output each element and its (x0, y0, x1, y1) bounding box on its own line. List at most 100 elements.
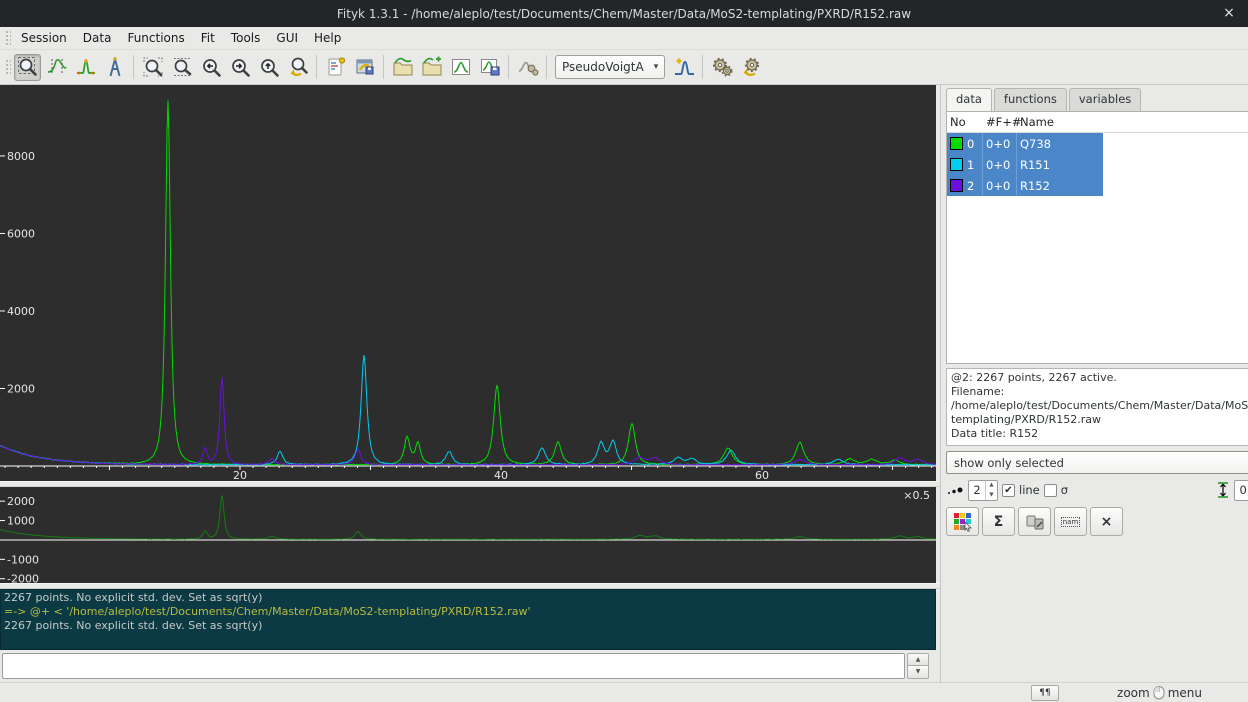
spin-down-icon[interactable]: ▼ (986, 490, 997, 500)
shift-icon (1216, 481, 1230, 499)
menu-fit[interactable]: Fit (193, 28, 223, 48)
add-function-icon (673, 56, 695, 78)
save-session-button[interactable] (351, 54, 378, 81)
function-gears-icon (517, 56, 539, 78)
mouse-hints-button[interactable]: ¶¶ (1031, 685, 1059, 701)
spin-up-icon[interactable]: ▲ (986, 481, 997, 491)
display-mode-value: show only selected (954, 456, 1064, 470)
dataset-table: No #F+# Name 0 0+0 Q738 1 0+0 R151 (946, 111, 1248, 364)
menubar-grip[interactable] (4, 29, 11, 47)
run-fit-button[interactable] (708, 54, 735, 81)
aux-plot-wrap: 20001000-1000-2000 ×0.5 (0, 487, 936, 583)
table-row[interactable]: 1 0+0 R151 (947, 154, 1248, 175)
display-mode-dropdown[interactable]: show only selected ▾ (946, 451, 1248, 474)
script-page-icon (325, 56, 347, 78)
history-down-icon[interactable]: ▼ (907, 665, 929, 679)
undo-fit-button[interactable] (737, 54, 764, 81)
dataset-name: R152 (1017, 175, 1103, 196)
menu-tools[interactable]: Tools (223, 28, 269, 48)
command-history-spinner[interactable]: ▲ ▼ (907, 653, 929, 679)
load-data-new-slot-button[interactable] (418, 54, 445, 81)
dataset-color-swatch[interactable] (950, 137, 963, 150)
console-line: 2267 points. No explicit std. dev. Set a… (4, 619, 932, 633)
point-size-value: 2 (969, 483, 985, 497)
svg-text:6000: 6000 (7, 227, 35, 240)
tab-data[interactable]: data (946, 88, 992, 111)
rename-tag: nam (1061, 517, 1081, 527)
zoom-vertical-button[interactable] (168, 54, 195, 81)
dataset-ff: 0+0 (983, 154, 1017, 175)
toolbar: PseudoVoigtA ▾ (0, 50, 1248, 85)
table-row[interactable]: 0 0+0 Q738 (947, 133, 1248, 154)
status-bar: ¶¶ zoom menu (0, 682, 1248, 702)
left-click-hint: zoom (1117, 686, 1150, 700)
mouse-hint-field: zoom menu (1117, 685, 1202, 700)
dataset-color-swatch[interactable] (950, 179, 963, 192)
history-up-icon[interactable]: ▲ (907, 653, 929, 666)
rename-button[interactable]: nam (1054, 507, 1087, 536)
data-editor-icon (450, 56, 472, 78)
toolbar-grip[interactable] (4, 58, 11, 76)
tab-variables[interactable]: variables (1069, 88, 1141, 111)
command-input[interactable] (2, 653, 905, 679)
aux-scale-label: ×0.5 (903, 489, 930, 502)
svg-text:60: 60 (755, 469, 769, 481)
point-size-spinner[interactable]: 2 ▲▼ (968, 480, 998, 501)
menu-data[interactable]: Data (75, 28, 120, 48)
menu-help[interactable]: Help (306, 28, 349, 48)
function-type-dropdown[interactable]: PseudoVoigtA ▾ (555, 55, 665, 79)
activate-point-mode-button[interactable] (101, 54, 128, 81)
aux-plot-canvas[interactable]: 20001000-1000-2000 (0, 487, 936, 583)
line-checkbox[interactable]: ✔ (1002, 484, 1015, 497)
zoom-up-button[interactable] (255, 54, 282, 81)
zoom-right-icon (229, 56, 251, 78)
sigma-checkbox[interactable] (1044, 484, 1057, 497)
zoom-mode-button[interactable] (14, 54, 41, 81)
svg-text:-2000: -2000 (7, 573, 39, 583)
undo-zoom-button[interactable] (284, 54, 311, 81)
zoom-left-icon (200, 56, 222, 78)
chevron-down-icon: ▾ (654, 62, 659, 72)
caliper-icon (104, 56, 126, 78)
data-editor-button[interactable] (447, 54, 474, 81)
dataset-name: R151 (1017, 154, 1103, 175)
output-console[interactable]: 2267 points. No explicit std. dev. Set a… (0, 589, 936, 650)
main-plot-canvas[interactable]: 2000400060008000204060 (0, 85, 936, 481)
col-no: No (947, 112, 983, 132)
close-icon[interactable]: × (1218, 3, 1240, 23)
tab-functions[interactable]: functions (994, 88, 1067, 111)
zoom-right-button[interactable] (226, 54, 253, 81)
dataset-color-swatch[interactable] (950, 158, 963, 171)
main-area: 2000400060008000204060 20001000-1000-200… (0, 85, 1248, 682)
dataset-table-header: No #F+# Name (947, 112, 1248, 133)
menu-functions[interactable]: Functions (119, 28, 192, 48)
dataset-info-title: Data title: R152 (951, 427, 1248, 441)
menu-session[interactable]: Session (13, 28, 75, 48)
title-bar[interactable]: Fityk 1.3.1 - /home/aleplo/test/Document… (0, 0, 1248, 27)
zoom-left-button[interactable] (197, 54, 224, 81)
data-range-mode-button[interactable] (43, 54, 70, 81)
shift-spinner[interactable]: 0 ▲▼ (1234, 480, 1248, 501)
svg-text:2000: 2000 (7, 495, 35, 508)
save-data-button[interactable] (476, 54, 503, 81)
auto-add-peak-button[interactable] (670, 54, 697, 81)
data-colors-button[interactable] (946, 507, 979, 536)
menu-gui[interactable]: GUI (268, 28, 306, 48)
table-row[interactable]: 2 0+0 R152 (947, 175, 1248, 196)
add-peak-mode-button[interactable] (72, 54, 99, 81)
dataset-index: 2 (967, 179, 974, 193)
edit-function-button[interactable] (514, 54, 541, 81)
dataset-ff: 0+0 (983, 175, 1017, 196)
delete-dataset-button[interactable]: × (1090, 507, 1123, 536)
command-input-row: ▲ ▼ (0, 650, 940, 681)
zoom-all-button[interactable] (139, 54, 166, 81)
sum-button[interactable]: Σ (982, 507, 1015, 536)
load-data-button[interactable] (389, 54, 416, 81)
col-name: Name (1017, 112, 1103, 132)
dataset-index: 1 (967, 158, 974, 172)
edit-data-button[interactable] (1018, 507, 1051, 536)
session-log-button[interactable] (322, 54, 349, 81)
window-title: Fityk 1.3.1 - /home/aleplo/test/Document… (337, 7, 911, 21)
undo-fit-icon (740, 56, 762, 78)
main-plot-wrap: 2000400060008000204060 (0, 85, 936, 481)
